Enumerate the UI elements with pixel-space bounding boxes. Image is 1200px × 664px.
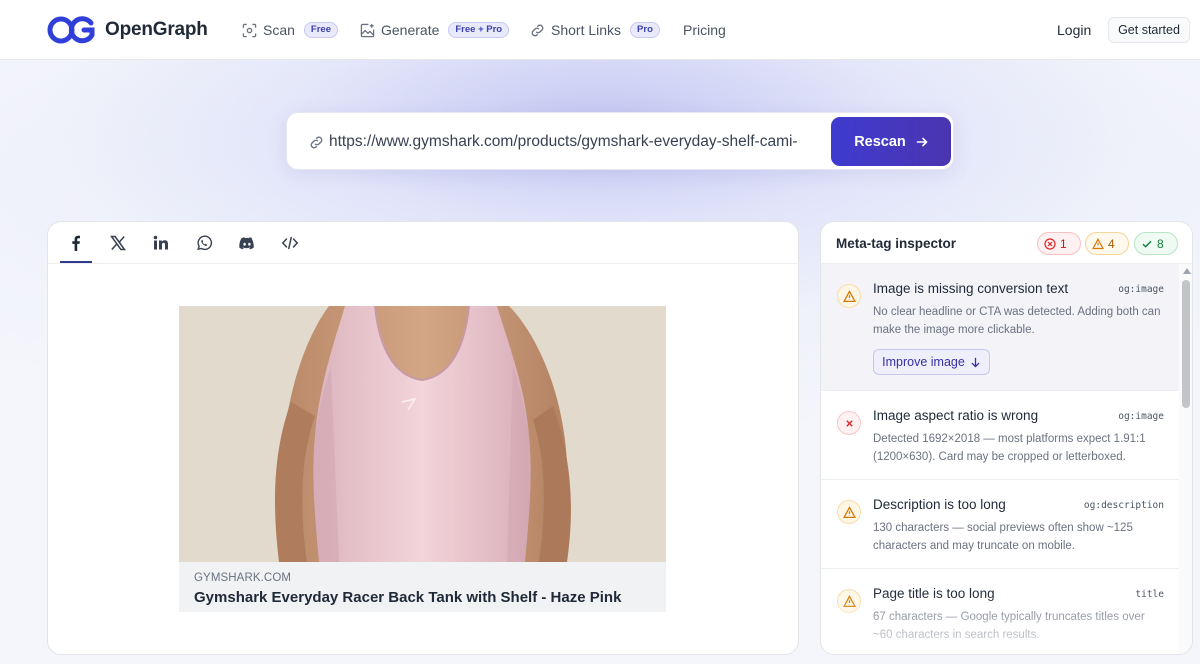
passed-count: 8 — [1157, 236, 1164, 251]
improve-image-button[interactable]: Improve image — [873, 349, 990, 375]
warning-triangle-icon — [837, 589, 861, 613]
scroll-up-arrow-icon[interactable] — [1183, 268, 1191, 274]
warning-triangle-icon — [1092, 237, 1104, 249]
logo[interactable]: OpenGraph — [47, 15, 208, 45]
nav-scan[interactable]: Scan Free — [242, 0, 338, 60]
check-icon — [1142, 240, 1152, 248]
arrow-right-icon — [916, 137, 928, 146]
meta-tag-inspector: Meta-tag inspector 1 4 8 Image is missin… — [820, 221, 1193, 655]
get-started-button[interactable]: Get started — [1108, 17, 1190, 43]
app-name: OpenGraph — [105, 19, 208, 40]
og-image-preview — [179, 306, 666, 562]
url-bar: Rescan — [286, 112, 954, 170]
linkedin-icon — [153, 235, 168, 250]
tab-discord[interactable] — [231, 222, 263, 264]
arrow-down-icon — [971, 357, 980, 368]
warning-count: 4 — [1108, 236, 1115, 251]
nav-generate-badge: Free + Pro — [448, 22, 510, 38]
issue-item[interactable]: Image is missing conversion text og:imag… — [821, 264, 1179, 391]
issue-item[interactable]: Image aspect ratio is wrong og:image Det… — [821, 391, 1179, 480]
rescan-label: Rescan — [854, 133, 906, 150]
rescan-button[interactable]: Rescan — [831, 117, 951, 166]
issue-item[interactable]: Page title is too long title 67 characte… — [821, 569, 1179, 654]
error-count-badge[interactable]: 1 — [1037, 232, 1081, 255]
image-sparkle-icon — [360, 23, 375, 37]
warning-triangle-icon — [837, 284, 861, 308]
issue-title: Image aspect ratio is wrong — [873, 408, 1039, 423]
nav-generate[interactable]: Generate Free + Pro — [360, 0, 510, 60]
issue-description: No clear headline or CTA was detected. A… — [873, 306, 1161, 336]
login-link[interactable]: Login — [1057, 22, 1091, 38]
x-icon — [110, 235, 126, 251]
whatsapp-icon — [197, 235, 213, 251]
og-card-meta: GYMSHARK.COM Gymshark Everyday Racer Bac… — [179, 562, 666, 612]
issue-description: Detected 1692×2018 — most platforms expe… — [873, 433, 1146, 463]
nav-scan-badge: Free — [303, 22, 338, 38]
scan-icon — [242, 23, 257, 37]
url-input[interactable] — [329, 131, 825, 153]
issue-tag: og:description — [1083, 500, 1164, 511]
active-tab-indicator — [60, 261, 92, 263]
platform-tabs — [48, 222, 798, 264]
opengraph-logo-icon — [47, 16, 95, 44]
product-photo-illustration — [179, 306, 666, 562]
tab-code[interactable] — [274, 222, 306, 264]
inspector-header: Meta-tag inspector 1 4 8 — [821, 222, 1192, 264]
tab-facebook[interactable] — [60, 222, 92, 264]
issue-tag: og:image — [1118, 411, 1164, 422]
issue-title: Description is too long — [873, 497, 1006, 512]
error-count: 1 — [1060, 236, 1067, 251]
issue-description: 67 characters — Google typically truncat… — [873, 611, 1145, 641]
top-nav: OpenGraph Scan Free Generate Free + Pro … — [0, 0, 1200, 60]
scrollbar-thumb[interactable] — [1182, 280, 1190, 408]
nav-scan-label: Scan — [263, 22, 295, 38]
nav-short-links-label: Short Links — [551, 22, 622, 38]
inspector-title: Meta-tag inspector — [836, 236, 957, 251]
x-circle-icon — [837, 411, 861, 435]
link-icon — [310, 136, 323, 149]
warning-triangle-icon — [837, 500, 861, 524]
passed-count-badge[interactable]: 8 — [1134, 232, 1178, 255]
issue-description: 130 characters — social previews often s… — [873, 522, 1133, 552]
warning-count-badge[interactable]: 4 — [1085, 232, 1129, 255]
code-icon — [281, 236, 299, 250]
preview-panel: GYMSHARK.COM Gymshark Everyday Racer Bac… — [47, 221, 799, 655]
nav-pricing[interactable]: Pricing — [683, 0, 726, 60]
og-title: Gymshark Everyday Racer Back Tank with S… — [194, 589, 622, 606]
issue-item[interactable]: Description is too long og:description 1… — [821, 480, 1179, 569]
tab-whatsapp[interactable] — [188, 222, 220, 264]
issue-tag: title — [1135, 589, 1164, 600]
issue-tag: og:image — [1118, 284, 1164, 295]
issue-title: Image is missing conversion text — [873, 281, 1069, 296]
x-circle-icon — [1044, 237, 1056, 250]
nav-pricing-label: Pricing — [683, 22, 726, 38]
tab-linkedin[interactable] — [145, 222, 177, 264]
nav-short-links[interactable]: Short Links Pro — [530, 0, 660, 60]
nav-generate-label: Generate — [381, 22, 440, 38]
discord-icon — [239, 237, 254, 250]
link-icon — [531, 24, 544, 36]
tab-x[interactable] — [102, 222, 134, 264]
issue-title: Page title is too long — [873, 586, 995, 601]
og-domain: GYMSHARK.COM — [194, 572, 292, 584]
nav-short-links-badge: Pro — [630, 22, 660, 38]
improve-image-label: Improve image — [882, 355, 965, 369]
facebook-icon — [72, 235, 80, 251]
